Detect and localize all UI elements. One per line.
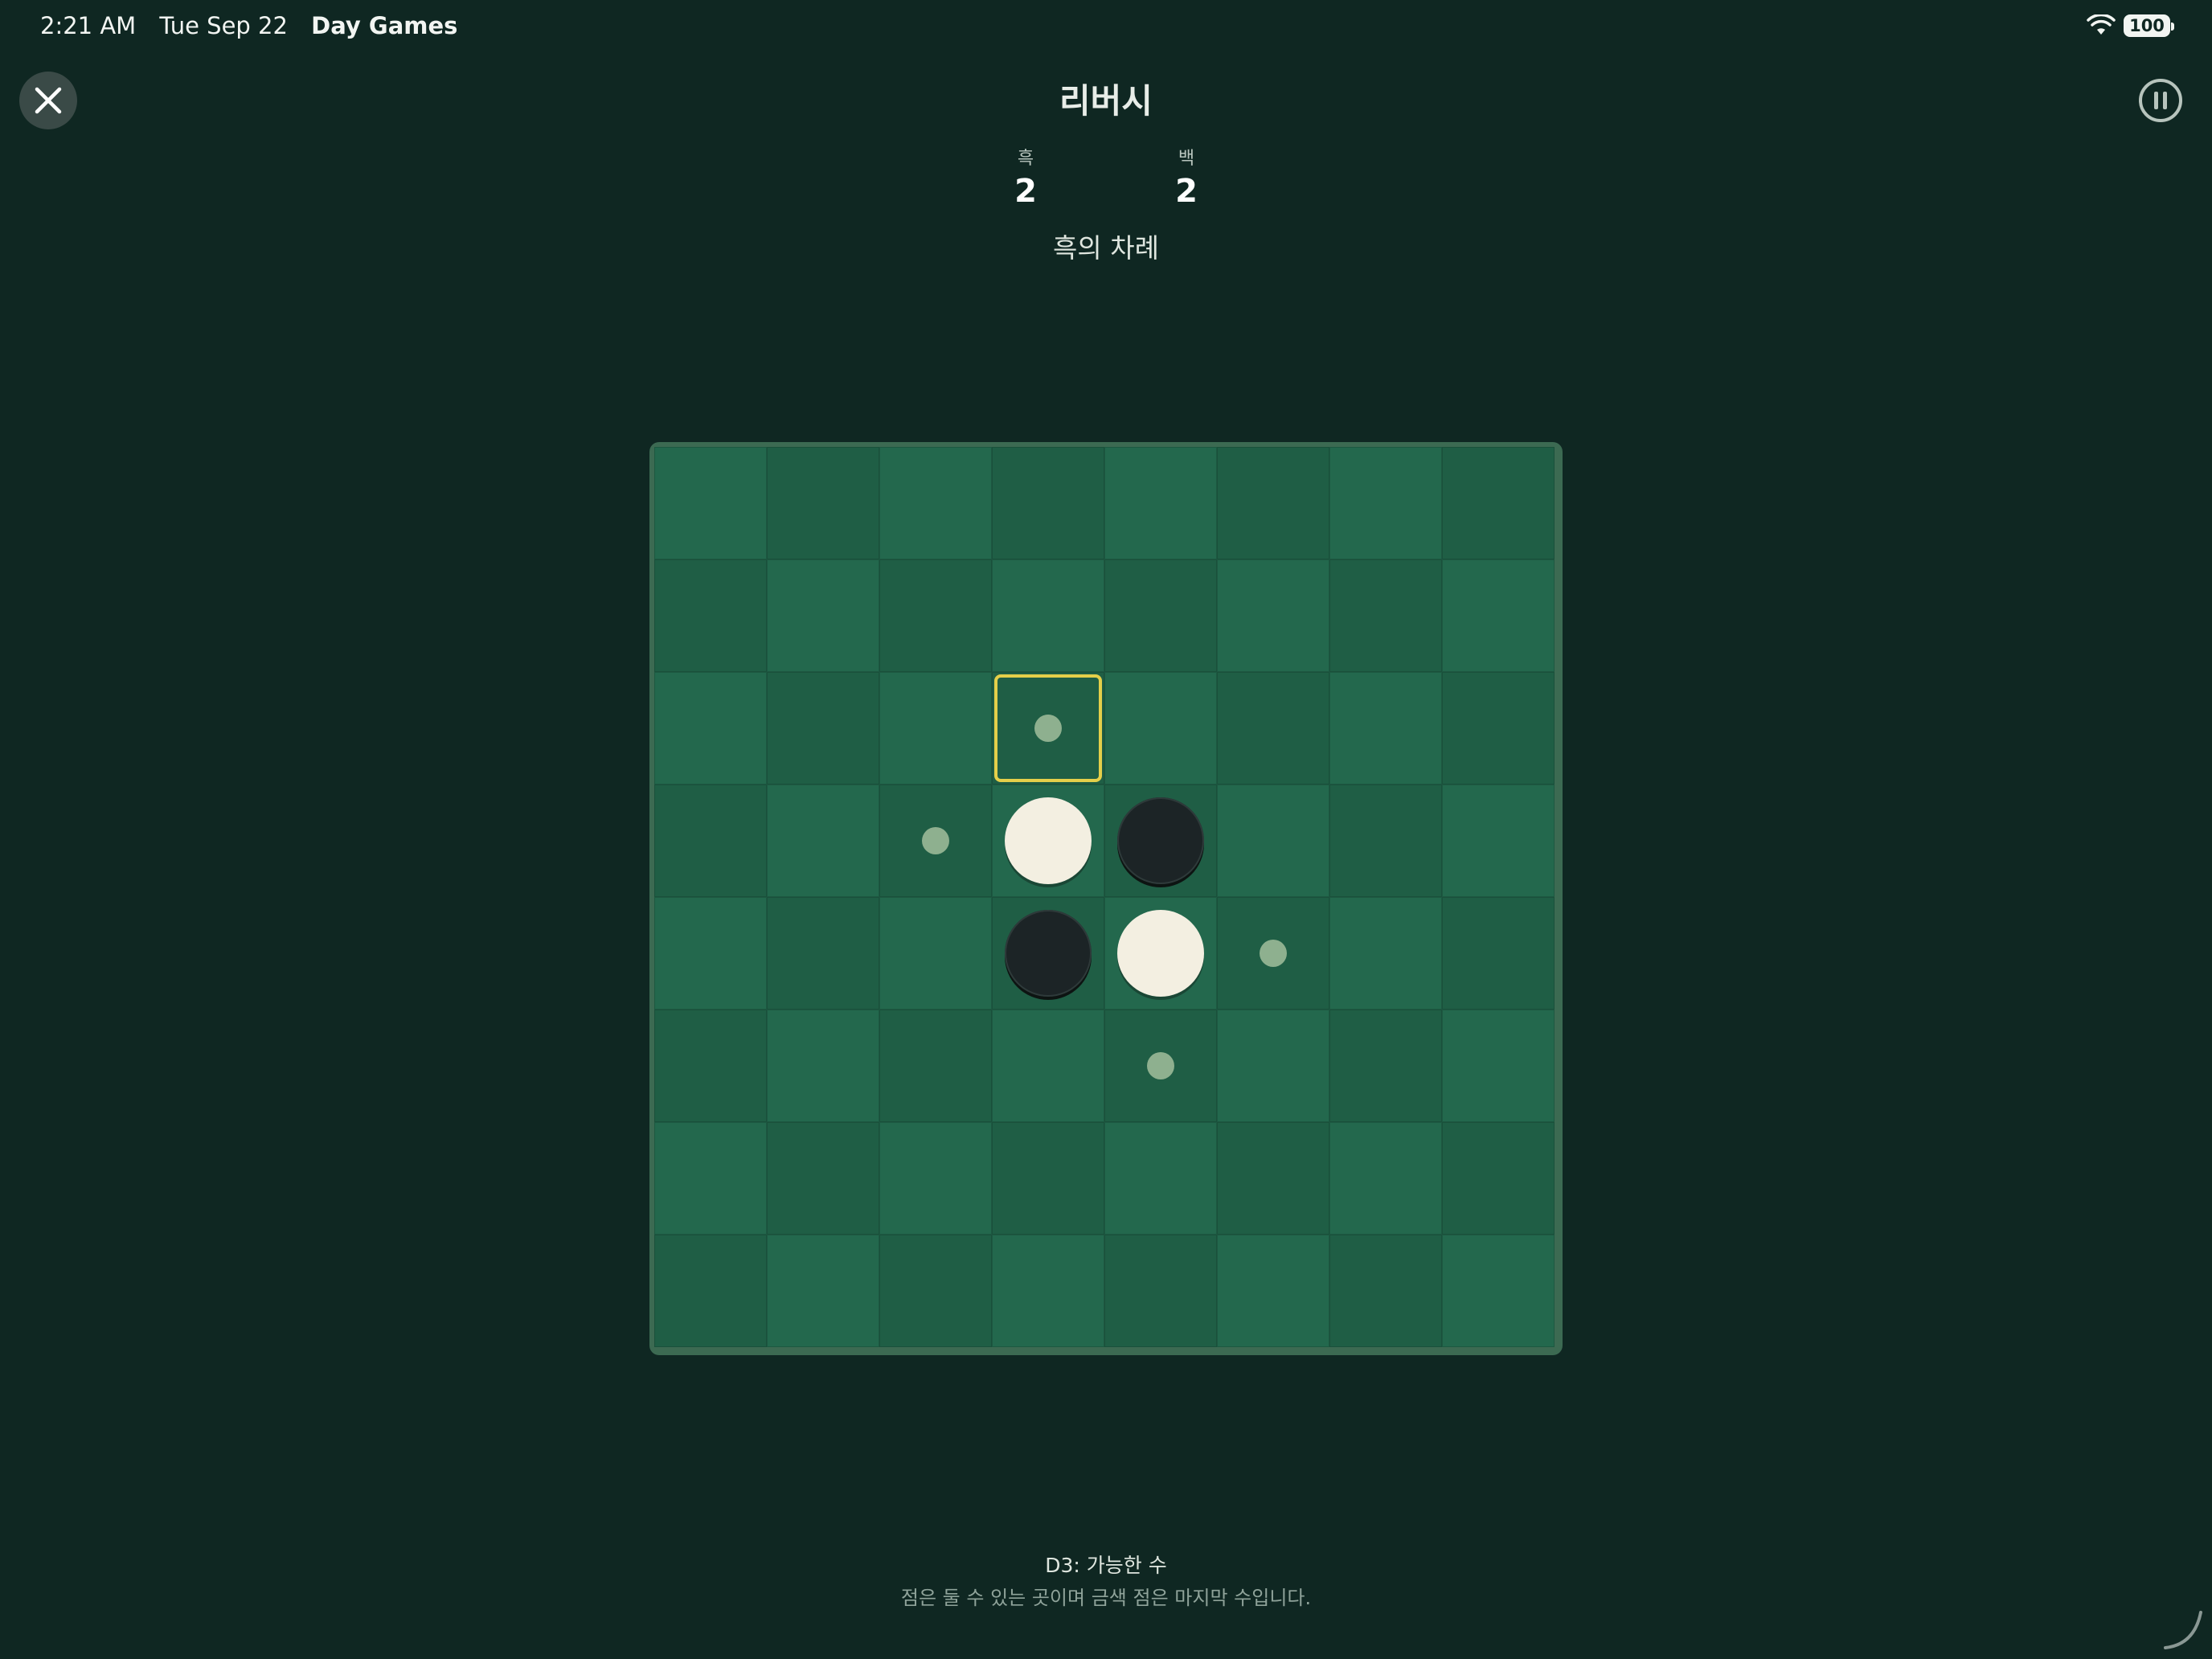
white-disc	[1005, 797, 1092, 884]
board-cell-c4[interactable]	[879, 784, 992, 897]
board-cell-e7[interactable]	[1104, 1122, 1217, 1235]
board-cell-f2[interactable]	[1217, 559, 1329, 672]
board-cell-b8[interactable]	[767, 1235, 879, 1347]
board-cell-d1[interactable]	[992, 447, 1104, 559]
board-cell-f8[interactable]	[1217, 1235, 1329, 1347]
board-cell-g1[interactable]	[1329, 447, 1442, 559]
board-cell-a8[interactable]	[654, 1235, 767, 1347]
valid-move-hint	[1034, 715, 1062, 742]
board-cell-h3[interactable]	[1442, 672, 1555, 784]
score-white-value: 2	[1175, 173, 1198, 210]
battery-icon: 100	[2124, 14, 2174, 37]
board-cell-d5[interactable]	[992, 897, 1104, 1010]
status-right: 100	[2087, 13, 2174, 39]
board-cell-f4[interactable]	[1217, 784, 1329, 897]
board-cell-c8[interactable]	[879, 1235, 992, 1347]
board-cell-c5[interactable]	[879, 897, 992, 1010]
board-cell-h5[interactable]	[1442, 897, 1555, 1010]
game-title: 리버시	[1059, 81, 1153, 121]
selected-cell-info: D3: 가능한 수	[1045, 1554, 1167, 1577]
board-cell-c6[interactable]	[879, 1010, 992, 1122]
board-cell-b6[interactable]	[767, 1010, 879, 1122]
board-cell-b5[interactable]	[767, 897, 879, 1010]
score-black-label: 흑	[1017, 149, 1034, 169]
board-cell-c1[interactable]	[879, 447, 992, 559]
board-cell-h4[interactable]	[1442, 784, 1555, 897]
board-cell-b1[interactable]	[767, 447, 879, 559]
board-cell-g8[interactable]	[1329, 1235, 1442, 1347]
resize-handle-icon	[2164, 1611, 2202, 1649]
board-cell-d7[interactable]	[992, 1122, 1104, 1235]
board-cell-g5[interactable]	[1329, 897, 1442, 1010]
board-cell-h2[interactable]	[1442, 559, 1555, 672]
board-cell-d4[interactable]	[992, 784, 1104, 897]
score-black-value: 2	[1014, 173, 1037, 210]
board-cell-b2[interactable]	[767, 559, 879, 672]
valid-move-hint	[1260, 940, 1287, 967]
board-cell-g2[interactable]	[1329, 559, 1442, 672]
board-cell-e4[interactable]	[1104, 784, 1217, 897]
board-cell-b3[interactable]	[767, 672, 879, 784]
board-cell-a5[interactable]	[654, 897, 767, 1010]
status-time: 2:21 AM	[40, 12, 137, 39]
status-left: 2:21 AM Tue Sep 22 Day Games	[40, 11, 473, 40]
score-black: 흑 2	[977, 148, 1074, 212]
board-grid	[654, 447, 1555, 1347]
board-cell-d6[interactable]	[992, 1010, 1104, 1122]
board-cell-e2[interactable]	[1104, 559, 1217, 672]
board-cell-d3[interactable]	[992, 672, 1104, 784]
board-cell-a2[interactable]	[654, 559, 767, 672]
board-cell-e6[interactable]	[1104, 1010, 1217, 1122]
board-cell-a1[interactable]	[654, 447, 767, 559]
board-cell-h7[interactable]	[1442, 1122, 1555, 1235]
board-cell-b7[interactable]	[767, 1122, 879, 1235]
game-board	[649, 442, 1563, 1355]
board-cell-h1[interactable]	[1442, 447, 1555, 559]
board-cell-a3[interactable]	[654, 672, 767, 784]
valid-move-hint	[922, 827, 949, 854]
hint-description: 점은 둘 수 있는 곳이며 금색 점은 마지막 수입니다.	[900, 1587, 1312, 1609]
board-cell-f7[interactable]	[1217, 1122, 1329, 1235]
wifi-icon	[2087, 14, 2116, 35]
board-cell-d2[interactable]	[992, 559, 1104, 672]
board-cell-c7[interactable]	[879, 1122, 992, 1235]
black-disc	[1117, 797, 1204, 884]
board-cell-g7[interactable]	[1329, 1122, 1442, 1235]
board-cell-a6[interactable]	[654, 1010, 767, 1122]
status-date: Tue Sep 22	[159, 12, 288, 39]
board-cell-g6[interactable]	[1329, 1010, 1442, 1122]
board-cell-e1[interactable]	[1104, 447, 1217, 559]
pause-icon	[2139, 79, 2182, 122]
board-cell-f1[interactable]	[1217, 447, 1329, 559]
turn-indicator: 흑의 차례	[1053, 232, 1159, 264]
status-bar: 2:21 AM Tue Sep 22 Day Games 100	[0, 0, 2212, 51]
board-cell-a4[interactable]	[654, 784, 767, 897]
white-disc	[1117, 910, 1204, 997]
board-cell-e5[interactable]	[1104, 897, 1217, 1010]
board-cell-h8[interactable]	[1442, 1235, 1555, 1347]
board-cell-g3[interactable]	[1329, 672, 1442, 784]
score-white: 백 2	[1138, 148, 1235, 212]
black-disc	[1005, 910, 1092, 997]
valid-move-hint	[1147, 1052, 1174, 1079]
board-cell-d8[interactable]	[992, 1235, 1104, 1347]
board-cell-f3[interactable]	[1217, 672, 1329, 784]
board-cell-a7[interactable]	[654, 1122, 767, 1235]
board-cell-b4[interactable]	[767, 784, 879, 897]
board-cell-h6[interactable]	[1442, 1010, 1555, 1122]
board-cell-f5[interactable]	[1217, 897, 1329, 1010]
board-cell-g4[interactable]	[1329, 784, 1442, 897]
score-white-label: 백	[1178, 149, 1195, 169]
board-cell-c2[interactable]	[879, 559, 992, 672]
battery-level: 100	[2129, 16, 2165, 35]
pause-button[interactable]	[2136, 76, 2185, 125]
board-cell-e3[interactable]	[1104, 672, 1217, 784]
board-cell-e8[interactable]	[1104, 1235, 1217, 1347]
board-cell-f6[interactable]	[1217, 1010, 1329, 1122]
board-cell-c3[interactable]	[879, 672, 992, 784]
status-app-name: Day Games	[311, 12, 458, 39]
